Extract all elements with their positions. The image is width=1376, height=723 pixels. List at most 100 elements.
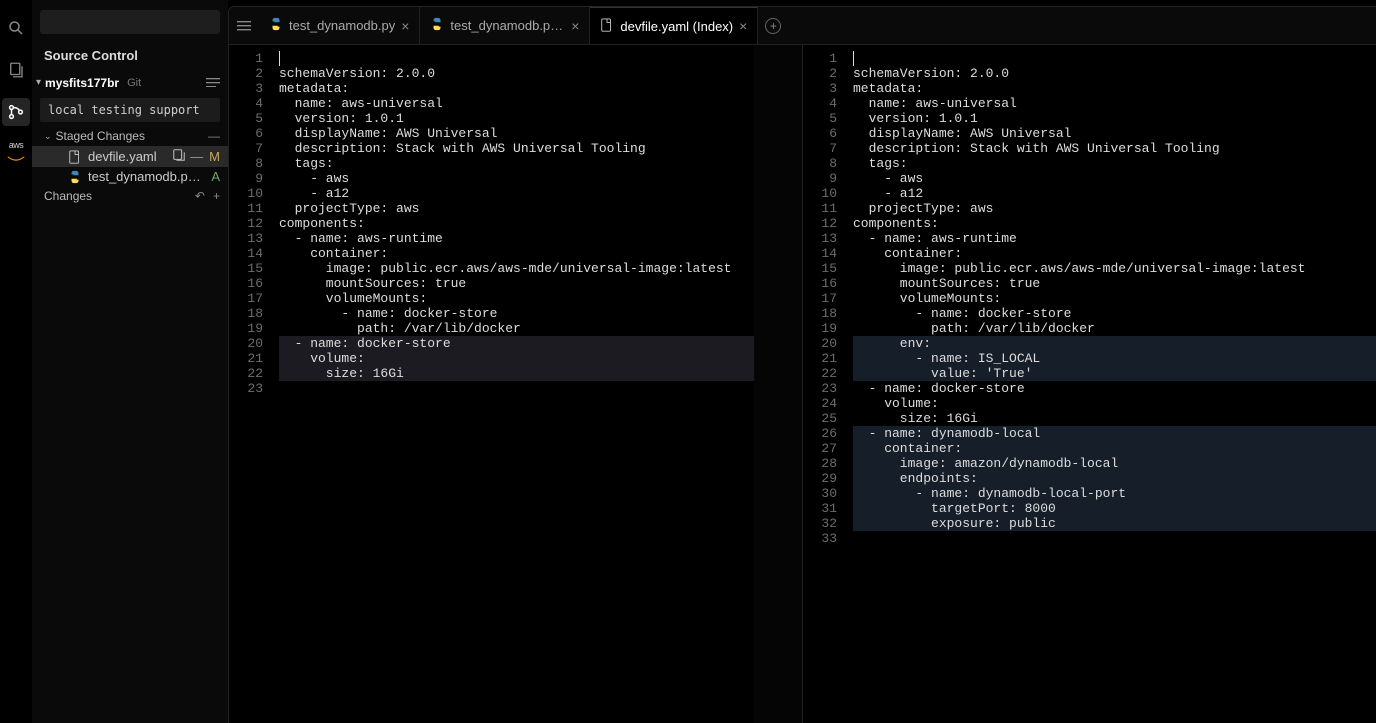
open-file-icon[interactable] bbox=[172, 148, 186, 165]
code-line[interactable]: path: /var/lib/docker bbox=[279, 321, 754, 336]
code-line[interactable]: - name: docker-store bbox=[853, 381, 1376, 396]
repo-type: Git bbox=[127, 77, 141, 89]
unstage-all-icon[interactable]: — bbox=[208, 129, 220, 143]
code-line[interactable]: projectType: aws bbox=[279, 201, 754, 216]
file-name: devfile.yaml bbox=[88, 149, 166, 164]
chevron-down-icon: ⌄ bbox=[44, 131, 52, 142]
close-icon[interactable]: × bbox=[571, 18, 579, 34]
code-line[interactable] bbox=[853, 531, 1376, 546]
diff-left-panel: 1234567891011121314151617181920212223 sc… bbox=[229, 45, 802, 723]
file-name: test_dynamodb.p… bbox=[88, 169, 203, 184]
code-line[interactable]: targetPort: 8000 bbox=[853, 501, 1376, 516]
code-line[interactable]: mountSources: true bbox=[279, 276, 754, 291]
code-line[interactable]: tags: bbox=[853, 156, 1376, 171]
code-line[interactable]: volumeMounts: bbox=[279, 291, 754, 306]
changes-label: Changes bbox=[44, 189, 92, 203]
search-icon[interactable] bbox=[2, 14, 30, 42]
code-line[interactable]: image: amazon/dynamodb-local bbox=[853, 456, 1376, 471]
code-line[interactable] bbox=[279, 381, 754, 396]
staged-file-row[interactable]: devfile.yaml—M bbox=[32, 146, 228, 167]
code-line[interactable]: - aws bbox=[279, 171, 754, 186]
code-line[interactable]: exposure: public bbox=[853, 516, 1376, 531]
code-line[interactable]: path: /var/lib/docker bbox=[853, 321, 1376, 336]
code-line[interactable]: projectType: aws bbox=[853, 201, 1376, 216]
code-line[interactable]: components: bbox=[279, 216, 754, 231]
code-line[interactable]: name: aws-universal bbox=[279, 96, 754, 111]
code-line[interactable]: - name: aws-runtime bbox=[853, 231, 1376, 246]
gutter-left: 1234567891011121314151617181920212223 bbox=[229, 45, 271, 723]
code-right[interactable]: schemaVersion: 2.0.0metadata: name: aws-… bbox=[845, 45, 1376, 723]
code-line[interactable]: tags: bbox=[279, 156, 754, 171]
code-line[interactable]: volume: bbox=[279, 351, 754, 366]
new-tab-button[interactable]: + bbox=[758, 7, 788, 44]
code-line[interactable] bbox=[853, 51, 1376, 66]
code-line[interactable]: metadata: bbox=[279, 81, 754, 96]
code-line[interactable]: metadata: bbox=[853, 81, 1376, 96]
tab-menu-icon[interactable] bbox=[229, 7, 259, 44]
code-line[interactable]: description: Stack with AWS Universal To… bbox=[853, 141, 1376, 156]
staged-file-row[interactable]: test_dynamodb.p…A bbox=[32, 167, 228, 186]
repo-actions-icon[interactable] bbox=[206, 75, 220, 90]
code-line[interactable]: mountSources: true bbox=[853, 276, 1376, 291]
code-line[interactable]: image: public.ecr.aws/aws-mde/universal-… bbox=[279, 261, 754, 276]
code-line[interactable]: container: bbox=[853, 246, 1376, 261]
editor-area: test_dynamodb.py×test_dynamodb.py (Inc×d… bbox=[228, 6, 1376, 723]
code-line[interactable]: - name: docker-store bbox=[279, 336, 754, 351]
code-line[interactable]: volumeMounts: bbox=[853, 291, 1376, 306]
discard-icon[interactable]: ↶ bbox=[195, 189, 205, 203]
editor-tab[interactable]: test_dynamodb.py × bbox=[259, 7, 420, 44]
code-line[interactable]: - aws bbox=[853, 171, 1376, 186]
commit-message-input[interactable] bbox=[40, 98, 220, 122]
code-line[interactable]: volume: bbox=[853, 396, 1376, 411]
code-line[interactable]: version: 1.0.1 bbox=[279, 111, 754, 126]
code-line[interactable]: - name: dynamodb-local bbox=[853, 426, 1376, 441]
code-line[interactable]: size: 16Gi bbox=[279, 366, 754, 381]
code-line[interactable] bbox=[279, 51, 754, 66]
code-line[interactable]: size: 16Gi bbox=[853, 411, 1376, 426]
repo-header[interactable]: ▾ mysfits177br Git bbox=[32, 73, 228, 94]
tab-icon bbox=[600, 18, 614, 35]
code-line[interactable]: version: 1.0.1 bbox=[853, 111, 1376, 126]
sidebar-title: Source Control bbox=[32, 40, 228, 73]
changes-section[interactable]: Changes ↶ + bbox=[32, 186, 228, 206]
code-line[interactable]: - name: docker-store bbox=[853, 306, 1376, 321]
diff-right-panel: 1234567891011121314151617181920212223242… bbox=[803, 45, 1376, 723]
staged-changes-section[interactable]: ⌄ Staged Changes — bbox=[32, 126, 228, 146]
code-line[interactable]: container: bbox=[853, 441, 1376, 456]
tab-icon bbox=[430, 17, 444, 34]
code-line[interactable]: displayName: AWS Universal bbox=[279, 126, 754, 141]
code-line[interactable]: container: bbox=[279, 246, 754, 261]
code-line[interactable]: schemaVersion: 2.0.0 bbox=[279, 66, 754, 81]
stage-all-icon[interactable]: + bbox=[213, 189, 220, 203]
source-control-icon[interactable] bbox=[2, 98, 30, 126]
gutter-right: 1234567891011121314151617181920212223242… bbox=[803, 45, 845, 723]
sidebar-search[interactable] bbox=[40, 10, 220, 34]
close-icon[interactable]: × bbox=[739, 18, 747, 34]
code-line[interactable]: - name: aws-runtime bbox=[279, 231, 754, 246]
code-line[interactable]: endpoints: bbox=[853, 471, 1376, 486]
tab-label: test_dynamodb.py bbox=[289, 18, 395, 33]
code-line[interactable]: - name: dynamodb-local-port bbox=[853, 486, 1376, 501]
code-line[interactable]: env: bbox=[853, 336, 1376, 351]
code-line[interactable]: - a12 bbox=[279, 186, 754, 201]
code-line[interactable]: displayName: AWS Universal bbox=[853, 126, 1376, 141]
code-line[interactable]: schemaVersion: 2.0.0 bbox=[853, 66, 1376, 81]
code-line[interactable]: image: public.ecr.aws/aws-mde/universal-… bbox=[853, 261, 1376, 276]
editor-tab[interactable]: test_dynamodb.py (Inc × bbox=[420, 7, 590, 44]
code-line[interactable]: description: Stack with AWS Universal To… bbox=[279, 141, 754, 156]
aws-icon[interactable]: aws bbox=[2, 140, 30, 168]
tab-icon bbox=[269, 17, 283, 34]
code-line[interactable]: - name: docker-store bbox=[279, 306, 754, 321]
code-line[interactable]: value: 'True' bbox=[853, 366, 1376, 381]
code-line[interactable]: - a12 bbox=[853, 186, 1376, 201]
tab-label: test_dynamodb.py (Inc bbox=[450, 18, 565, 33]
code-line[interactable]: - name: IS_LOCAL bbox=[853, 351, 1376, 366]
code-left[interactable]: schemaVersion: 2.0.0metadata: name: aws-… bbox=[271, 45, 754, 723]
diff-view: 1234567891011121314151617181920212223 sc… bbox=[229, 45, 1376, 723]
code-line[interactable]: name: aws-universal bbox=[853, 96, 1376, 111]
editor-tab[interactable]: devfile.yaml (Index)× bbox=[590, 7, 758, 44]
code-line[interactable]: components: bbox=[853, 216, 1376, 231]
minimap-left[interactable] bbox=[754, 45, 802, 723]
files-icon[interactable] bbox=[2, 56, 30, 84]
close-icon[interactable]: × bbox=[401, 18, 409, 34]
